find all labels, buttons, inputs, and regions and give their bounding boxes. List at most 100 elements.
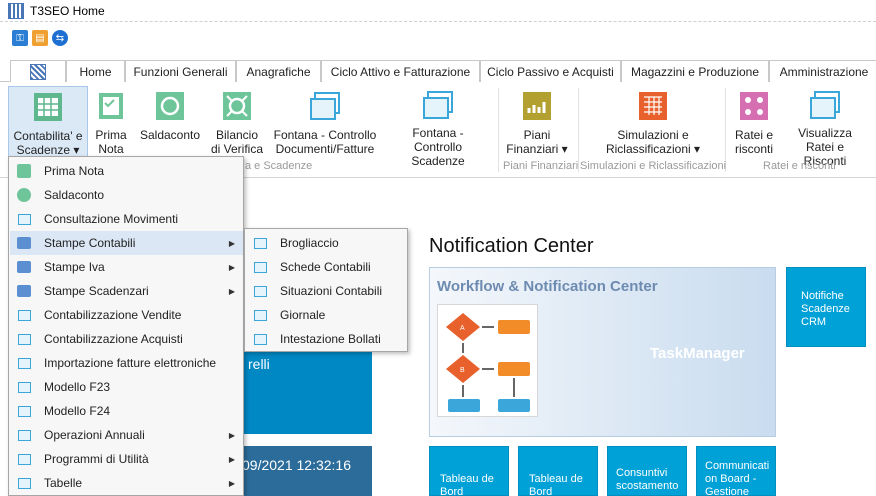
menu-item-label: Contabilizzazione Acquisti [44,332,183,346]
dots-icon [738,90,770,122]
bilancio-verifica-button[interactable]: Bilancio di Verifica [208,86,266,160]
menu-item-label: Tabelle [44,476,83,490]
tile-line: Gestione [705,486,750,496]
button-label-line2: Documenti/Fatture [275,142,375,156]
menu-item-label: Programmi di Utilità [44,452,149,466]
document-icon [16,307,32,323]
visualizza-ratei-risconti-button[interactable]: Visualizza Ratei e Risconti [784,86,866,168]
prima-nota-button[interactable]: Prima Nota [90,86,132,160]
saldaconto-button[interactable]: Saldaconto [138,86,202,160]
menu-item-saldaconto[interactable]: Saldaconto [10,183,243,207]
printer-icon [16,283,32,299]
workflow-tile[interactable]: Workflow & Notification Center A B TaskM… [429,267,776,437]
tile-line: Consuntivi [616,467,668,479]
menu-item-stampe-iva[interactable]: Stampe Iva ▶ [10,255,243,279]
piani-finanziari-button[interactable]: Piani Finanziari ▾ [504,86,570,160]
submenu-item-schede-contabili[interactable]: Schede Contabili [246,255,407,279]
stampe-contabili-submenu: Brogliaccio Schede Contabili Situazioni … [244,228,408,352]
contabilita-scadenze-button[interactable]: Contabilita' e Scadenze ▾ [8,86,88,160]
consuntivi-scostamento-tile[interactable]: Consuntivi scostamento [607,446,687,496]
app-logo-icon [8,2,24,19]
tile-line: Communicati [705,460,770,472]
document-icon [16,211,32,227]
submenu-item-situazioni-contabili[interactable]: Situazioni Contabili [246,279,407,303]
submenu-item-brogliaccio[interactable]: Brogliaccio [246,231,407,255]
submenu-arrow-icon: ▶ [228,478,235,488]
document-icon [16,331,32,347]
menu-item-programmi-utilita[interactable]: Programmi di Utilità ▶ [10,447,243,471]
menu-item-stampe-contabili[interactable]: Stampe Contabili ▶ [10,231,243,255]
menu-item-contabilizzazione-vendite[interactable]: Contabilizzazione Vendite [10,303,243,327]
group-separator [498,88,499,172]
menu-item-modello-f24[interactable]: Modello F24 [10,399,243,423]
title-bar: T3SEO Home [0,0,876,22]
t3seo-logo-icon [30,63,46,80]
menu-item-contabilizzazione-acquisti[interactable]: Contabilizzazione Acquisti [10,327,243,351]
simulazioni-riclassificazioni-button[interactable]: Simulazioni e Riclassificazioni ▾ [598,86,708,160]
user-name-fragment: relli [248,356,270,372]
menu-item-stampe-scadenzari[interactable]: Stampe Scadenzari ▶ [10,279,243,303]
tableau-de-bord-tile[interactable]: Tableau de Bord [429,446,509,496]
menu-item-label: Importazione fatture elettroniche [44,356,217,370]
book-icon[interactable]: ▤ [32,30,48,46]
tab-funzioni-generali[interactable]: Funzioni Generali [125,60,236,82]
tab-home[interactable]: Home [66,60,125,82]
button-label-line1: Fontana - [412,126,464,140]
menu-item-label: Prima Nota [44,164,105,178]
tab-logo[interactable] [10,60,66,82]
tile-line: Tableau de [529,473,583,485]
menu-item-importazione-fatture[interactable]: Importazione fatture elettroniche [10,351,243,375]
button-label-line1: Bilancio [215,128,259,142]
checklist-icon [95,90,127,122]
document-icon [252,283,268,299]
menu-item-prima-nota[interactable]: Prima Nota [10,159,243,183]
menu-item-label: Modello F23 [44,380,111,394]
menu-item-consultazione-movimenti[interactable]: Consultazione Movimenti [10,207,243,231]
menu-item-label: Modello F24 [44,404,111,418]
tile-line: Tableau de [440,473,494,485]
ratei-risconti-button[interactable]: Ratei e risconti [730,86,778,160]
spreadsheet-icon [32,91,64,123]
button-label-line1: Ratei e [734,128,774,142]
tab-anagrafiche[interactable]: Anagrafiche [236,60,321,82]
key-icon[interactable]: ⚿ [12,30,28,46]
notification-center-title: Notification Center [429,235,594,257]
button-label-line2: Riclassificazioni ▾ [605,142,701,156]
notifiche-scadenze-crm-tile[interactable]: Notifiche Scadenze CRM [786,267,866,347]
flowchart-icon: A B [437,304,538,417]
button-label-line2: Scadenze ▾ [16,143,80,157]
submenu-item-giornale[interactable]: Giornale [246,303,407,327]
tableau-de-bord-tile[interactable]: Tableau de Bord [518,446,598,496]
submenu-item-label: Brogliaccio [280,236,339,250]
fontana-controllo-documenti-button[interactable]: Fontana - Controllo Documenti/Fatture [272,86,378,160]
task-manager-label: TaskManager [650,345,745,362]
tab-amministrazione[interactable]: Amministrazione [769,60,876,83]
document-icon [252,235,268,251]
submenu-item-label: Situazioni Contabili [280,284,383,298]
menu-item-label: Consultazione Movimenti [44,212,179,226]
button-label-line1: Visualizza [798,126,852,140]
grid-chart-icon [637,90,669,122]
tab-ciclo-passivo[interactable]: Ciclo Passivo e Acquisti [480,60,621,82]
document-icon [16,475,32,491]
menu-item-label: Saldaconto [44,188,105,202]
button-label-line2: Nota [98,142,124,156]
submenu-item-label: Giornale [280,308,326,322]
menu-item-label: Stampe Contabili [44,236,136,250]
menu-item-modello-f23[interactable]: Modello F23 [10,375,243,399]
submenu-item-intestazione-bollati[interactable]: Intestazione Bollati [246,327,407,351]
tab-magazzini[interactable]: Magazzini e Produzione [621,60,769,82]
menu-item-tabelle[interactable]: Tabelle ▶ [10,471,243,495]
window-stack-icon [422,90,454,120]
button-label-line2: di Verifica [210,142,264,156]
communication-board-tile[interactable]: Communicati on Board - Gestione [696,446,776,496]
saldaconto-icon [16,187,32,203]
remote-support-icon[interactable]: ⇆ [52,30,68,46]
balance-icon [221,90,253,122]
fontana-controllo-scadenze-button[interactable]: Fontana - Controllo Scadenze [386,86,490,168]
window-stack-icon [809,90,841,120]
submenu-arrow-icon: ▶ [228,430,235,440]
submenu-arrow-icon: ▶ [228,286,235,296]
tab-ciclo-attivo[interactable]: Ciclo Attivo e Fatturazione [321,60,480,82]
menu-item-operazioni-annuali[interactable]: Operazioni Annuali ▶ [10,423,243,447]
